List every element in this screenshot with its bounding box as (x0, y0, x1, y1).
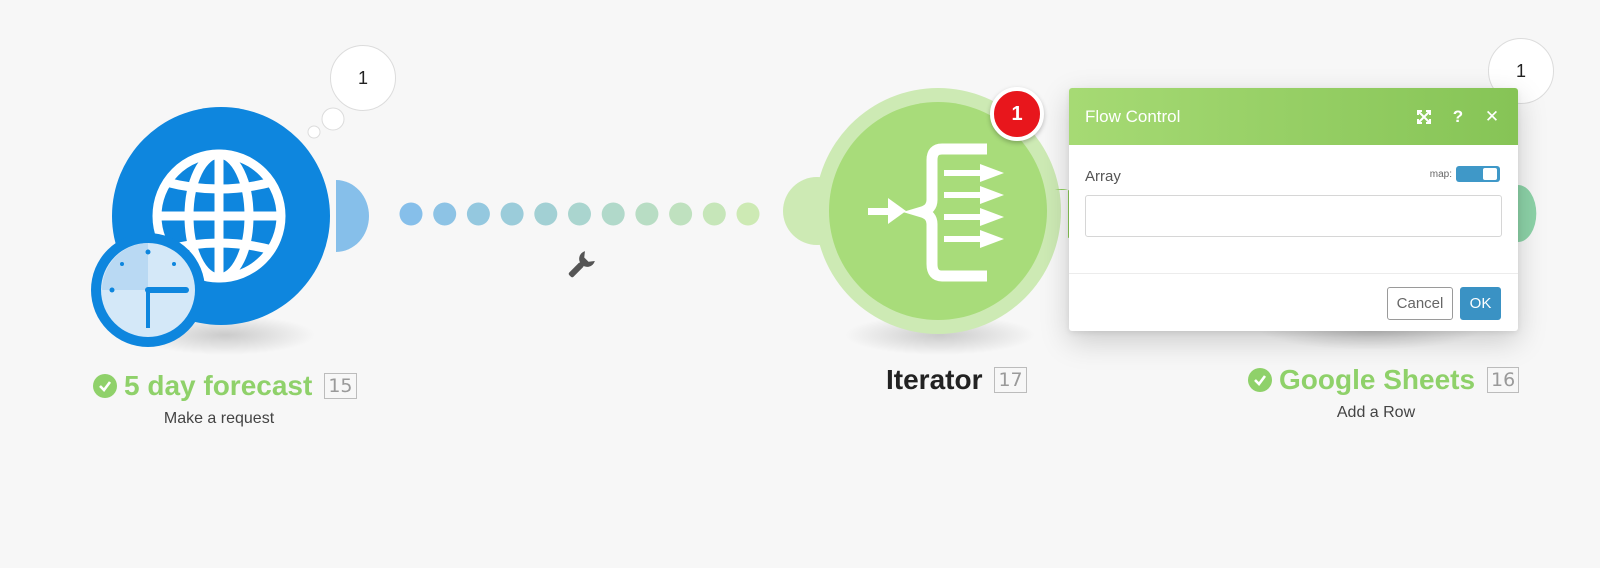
connection-dot[interactable] (669, 202, 693, 226)
connection-dot[interactable] (568, 202, 591, 226)
google-sheets-module-connector[interactable] (1518, 185, 1537, 242)
iterator-error-badge[interactable]: 1 (990, 87, 1044, 141)
http-module-connector[interactable] (336, 180, 369, 252)
iterator-module-name: Iterator (886, 364, 983, 395)
connection-dot[interactable] (635, 202, 659, 226)
cancel-button[interactable]: Cancel (1387, 287, 1453, 320)
iterator-module-title[interactable]: Iterator 17 (886, 364, 1027, 396)
close-icon[interactable]: ✕ (1482, 107, 1502, 127)
connection-dot[interactable] (433, 202, 457, 226)
connection-dot[interactable] (500, 202, 524, 226)
dialog-footer-divider (1069, 273, 1518, 274)
connection-dot[interactable] (702, 202, 726, 226)
ok-button[interactable]: OK (1460, 287, 1501, 320)
sheets-module-number: 16 (1487, 367, 1520, 393)
sheets-module-title[interactable]: Google Sheets 16 (1248, 364, 1520, 396)
http-operations-bubble[interactable]: 1 (330, 45, 396, 111)
check-icon (1248, 368, 1272, 392)
connection-dot[interactable] (534, 202, 558, 226)
array-input[interactable] (1085, 195, 1502, 237)
connection-line[interactable] (399, 202, 760, 226)
connection-dot[interactable] (466, 202, 490, 226)
clock-icon (91, 233, 205, 347)
help-icon[interactable]: ? (1448, 107, 1468, 127)
iterator-module-number: 17 (994, 367, 1027, 393)
http-module-subtitle: Make a request (163, 410, 275, 427)
flow-control-dialog: Flow Control ? ✕ Array map: Cancel OK (1069, 88, 1518, 331)
http-module[interactable] (91, 107, 369, 347)
http-module-title[interactable]: 5 day forecast 15 (93, 370, 357, 402)
array-field-label: Array (1085, 168, 1121, 185)
sheets-module-name: Google Sheets (1279, 364, 1476, 395)
check-icon (93, 374, 117, 398)
wrench-icon[interactable] (564, 250, 595, 281)
expand-icon[interactable] (1414, 107, 1434, 127)
sheets-module-subtitle: Add a Row (1336, 404, 1416, 421)
dialog-title: Flow Control (1085, 106, 1181, 126)
dialog-header[interactable]: Flow Control ? ✕ (1069, 88, 1518, 145)
map-toggle-group: map: (1430, 166, 1500, 182)
connection-dot[interactable] (601, 202, 625, 226)
connection-dot[interactable] (736, 202, 760, 226)
map-label: map: (1429, 168, 1452, 180)
connection-dot[interactable] (399, 202, 423, 226)
map-toggle[interactable] (1456, 166, 1500, 182)
http-module-name: 5 day forecast (124, 370, 313, 401)
http-module-number: 15 (324, 373, 357, 399)
